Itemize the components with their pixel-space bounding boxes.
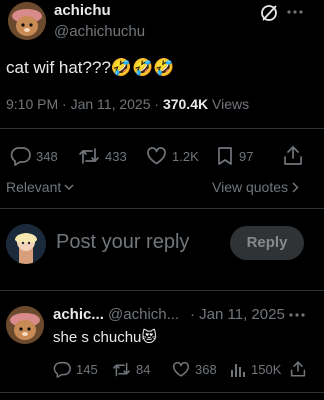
like-action[interactable]: 1.2K	[146, 146, 199, 166]
reply-input[interactable]: Post your reply	[56, 231, 216, 259]
reply-repost-count: 84	[136, 362, 151, 377]
divider	[0, 208, 324, 209]
bookmark-icon	[216, 146, 234, 166]
reply-header: achic... @achich...	[53, 306, 179, 323]
repost-action[interactable]: 433	[78, 146, 127, 166]
bookmark-action[interactable]: 97	[216, 146, 253, 166]
reply-views-count: 150K	[251, 362, 282, 377]
reply-button[interactable]: Reply	[230, 226, 304, 260]
sort-label: Relevant	[6, 179, 62, 195]
reply-like-count: 368	[195, 362, 217, 377]
user-avatar[interactable]	[6, 224, 46, 264]
like-icon	[146, 146, 167, 166]
reply-emoji: 😻	[141, 329, 158, 346]
reply-like-action[interactable]: 368	[172, 361, 217, 378]
reply-views-action[interactable]: 150K	[230, 361, 281, 378]
reply-count: 348	[36, 148, 58, 164]
reply-text: she s chuchu	[53, 329, 142, 346]
more-icon[interactable]	[287, 9, 303, 15]
like-count: 1.2K	[172, 148, 199, 164]
author-avatar[interactable]	[8, 2, 46, 40]
author-display-name[interactable]: achichu	[54, 2, 111, 19]
post-timestamp[interactable]: 9:10 PM · Jan 11, 2025 ·	[6, 96, 163, 112]
author-handle[interactable]: @achichuchu	[54, 23, 145, 40]
reply-reply-action[interactable]: 145	[53, 361, 98, 378]
analytics-icon	[230, 361, 246, 378]
repost-count: 433	[105, 148, 127, 164]
view-quotes-link[interactable]: View quotes	[212, 179, 299, 195]
views-label: Views	[208, 96, 250, 112]
sort-dropdown[interactable]: Relevant	[6, 179, 74, 195]
more-icon[interactable]	[289, 312, 305, 318]
repost-icon	[112, 361, 131, 378]
reply-reply-count: 145	[76, 362, 98, 377]
divider	[0, 128, 324, 129]
post-emoji: 🤣🤣🤣	[110, 58, 175, 77]
reply-author-name[interactable]: achic...	[53, 306, 104, 323]
divider	[0, 290, 324, 291]
post-text-block: cat wif hat???🤣🤣🤣	[6, 58, 174, 78]
reply-icon	[53, 361, 71, 378]
views-count: 370.4K	[162, 96, 209, 112]
chevron-right-icon	[292, 181, 299, 193]
divider	[0, 392, 324, 393]
grok-icon[interactable]	[259, 3, 279, 23]
reply-input-placeholder: Post your reply	[56, 231, 190, 253]
reply-action[interactable]: 348	[10, 146, 58, 166]
chevron-down-icon	[64, 183, 74, 191]
like-icon	[172, 361, 190, 378]
post-meta: 9:10 PM · Jan 11, 2025 · 370.4K Views	[6, 96, 249, 112]
view-quotes-label: View quotes	[212, 179, 289, 195]
repost-icon	[78, 146, 100, 166]
bookmark-count: 97	[239, 148, 254, 164]
reply-text-block: she s chuchu😻	[53, 328, 157, 346]
reply-icon	[10, 146, 31, 166]
reply-repost-action[interactable]: 84	[112, 361, 150, 378]
reply-author-avatar[interactable]	[6, 306, 44, 344]
share-icon[interactable]	[290, 360, 306, 378]
post-text: cat wif hat???	[6, 58, 111, 77]
share-icon[interactable]	[283, 145, 303, 166]
reply-date[interactable]: · Jan 11, 2025	[190, 306, 285, 323]
reply-author-handle[interactable]: @achich...	[108, 306, 179, 323]
